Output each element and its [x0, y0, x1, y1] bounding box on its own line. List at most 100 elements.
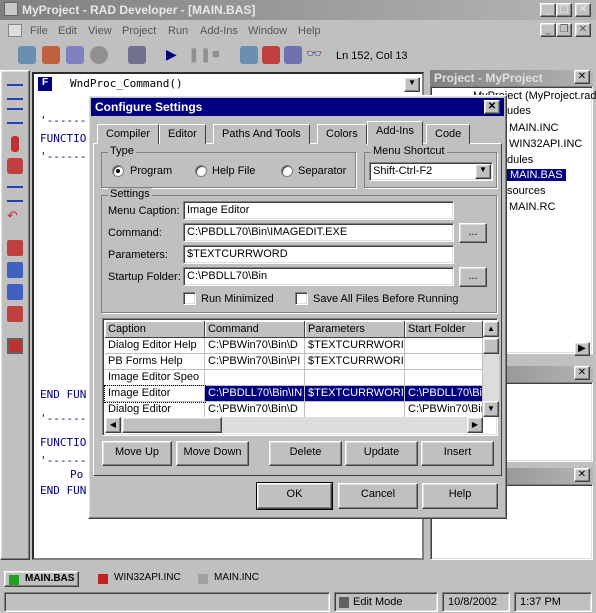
- menu-caption-input[interactable]: Image Editor: [183, 201, 454, 220]
- ok-button[interactable]: OK: [256, 482, 333, 510]
- tree-item[interactable]: WIN32API.INC: [509, 138, 582, 150]
- radio-program[interactable]: [112, 165, 124, 177]
- radio-help-file[interactable]: [195, 165, 207, 177]
- radio-help-file-label: Help File: [212, 165, 256, 177]
- vertical-scrollbar[interactable]: ▲ ▼: [483, 321, 499, 417]
- panel2-close-button[interactable]: ✕: [574, 366, 590, 380]
- scroll-thumb[interactable]: [122, 417, 222, 433]
- column-header-command[interactable]: Command: [205, 321, 305, 338]
- dialog-close-button[interactable]: ✕: [484, 100, 500, 114]
- run-icon[interactable]: ▶: [166, 46, 184, 64]
- column-header-caption[interactable]: Caption: [105, 321, 205, 338]
- child-close-button[interactable]: ✕: [575, 23, 591, 37]
- find-icon[interactable]: [284, 46, 302, 64]
- move-down-button[interactable]: Move Down: [176, 441, 249, 466]
- menu-run[interactable]: Run: [168, 25, 188, 37]
- bookmark-next-icon[interactable]: [7, 262, 23, 278]
- column-header-start-folder[interactable]: Start Folder: [405, 321, 483, 338]
- panel3-close-button[interactable]: ✕: [574, 468, 590, 482]
- bookmark-clear-icon[interactable]: [7, 306, 23, 322]
- menu-help[interactable]: Help: [298, 25, 321, 37]
- child-restore-button[interactable]: ❐: [556, 23, 572, 37]
- tab-paths-and-tools[interactable]: Paths And Tools: [213, 124, 310, 144]
- file-tab-main-bas[interactable]: MAIN.BAS: [4, 571, 80, 587]
- chevron-down-icon[interactable]: ▼: [404, 77, 420, 92]
- menu-window[interactable]: Window: [248, 25, 287, 37]
- save-all-checkbox[interactable]: [295, 292, 308, 305]
- indent-icon[interactable]: [7, 84, 23, 100]
- project-close-button[interactable]: ✕: [574, 70, 590, 84]
- compile-icon[interactable]: [18, 46, 36, 64]
- radio-separator[interactable]: [281, 165, 293, 177]
- child-minimize-button[interactable]: _: [540, 23, 556, 37]
- move-up-button[interactable]: Move Up: [102, 441, 172, 466]
- parameters-label: Parameters:: [108, 249, 168, 261]
- comment-icon[interactable]: [11, 136, 19, 152]
- tab-editor[interactable]: Editor: [159, 124, 206, 144]
- tree-item[interactable]: MAIN.RC: [509, 201, 555, 213]
- help-button[interactable]: Help: [422, 483, 498, 509]
- bookmark-prev-icon[interactable]: [7, 284, 23, 300]
- tab-colors[interactable]: Colors: [317, 124, 367, 144]
- menu-view[interactable]: View: [88, 25, 112, 37]
- tab-add-ins[interactable]: Add-Ins: [367, 121, 423, 145]
- insert-button[interactable]: Insert: [421, 441, 494, 466]
- function-dropdown[interactable]: WndProc_Command(): [58, 75, 418, 94]
- maximize-button[interactable]: □: [556, 3, 572, 17]
- tree-item[interactable]: udes: [507, 105, 531, 117]
- tree-item[interactable]: sources: [507, 185, 546, 197]
- scroll-down-icon[interactable]: ▼: [483, 401, 499, 417]
- menu-edit[interactable]: Edit: [58, 25, 77, 37]
- horizontal-scrollbar[interactable]: ◀ ▶: [105, 417, 483, 433]
- table-row[interactable]: Dialog Editor C:\PBWin70\Bin\D C:\PBWin7…: [105, 402, 483, 418]
- edit-icon[interactable]: [262, 46, 280, 64]
- outdent-icon[interactable]: [7, 108, 23, 124]
- scroll-up-icon[interactable]: ▲: [483, 321, 499, 337]
- file-tab-win32api[interactable]: WIN32API.INC: [94, 571, 185, 587]
- tree-scroll-right[interactable]: ▶: [574, 342, 590, 356]
- scroll-left-icon[interactable]: ◀: [105, 417, 121, 433]
- menu-addins[interactable]: Add-Ins: [200, 25, 238, 37]
- startup-folder-input[interactable]: C:\PBDLL70\Bin: [183, 267, 454, 286]
- table-row[interactable]: PB Forms Help C:\PBWin70\Bin\PI $TEXTCUR…: [105, 354, 483, 370]
- table-row-selected[interactable]: Image Editor C:\PBDLL70\Bin\IN $TEXTCURR…: [104, 385, 483, 403]
- command-browse-button[interactable]: ...: [459, 223, 487, 243]
- tab-compiler[interactable]: Compiler: [97, 124, 160, 144]
- bookmark-icon[interactable]: [7, 240, 23, 256]
- close-button[interactable]: ✕: [575, 3, 591, 17]
- chevron-down-icon[interactable]: ▼: [475, 164, 491, 179]
- menu-file[interactable]: File: [30, 25, 48, 37]
- uncomment-icon[interactable]: [7, 158, 23, 174]
- pause-icon[interactable]: ❚❚: [188, 46, 211, 64]
- debug-icon[interactable]: [90, 46, 108, 64]
- command-input[interactable]: C:\PBDLL70\Bin\IMAGEDIT.EXE: [183, 223, 454, 242]
- update-button[interactable]: Update: [345, 441, 418, 466]
- table-row[interactable]: Dialog Editor Help C:\PBWin70\Bin\D $TEX…: [105, 338, 483, 354]
- build-icon[interactable]: [42, 46, 60, 64]
- startup-browse-button[interactable]: ...: [459, 267, 487, 287]
- undo-icon[interactable]: ↶: [7, 208, 23, 224]
- column-header-parameters[interactable]: Parameters: [305, 321, 405, 338]
- tree-item[interactable]: MAIN.INC: [509, 122, 559, 134]
- parameters-input[interactable]: $TEXTCURRWORD: [183, 245, 454, 264]
- tab-code[interactable]: Code: [426, 124, 471, 144]
- project-icon[interactable]: [240, 46, 258, 64]
- watch-icon[interactable]: 👓: [306, 46, 324, 64]
- run-minimized-checkbox[interactable]: [183, 292, 196, 305]
- delete-button[interactable]: Delete: [269, 441, 342, 466]
- tree-item-selected[interactable]: MAIN.BAS: [507, 169, 566, 181]
- tree-item[interactable]: dules: [507, 154, 533, 166]
- addins-table[interactable]: Caption Command Parameters Start Folder …: [102, 318, 499, 436]
- options-icon[interactable]: [66, 46, 84, 64]
- scroll-right-icon[interactable]: ▶: [467, 417, 483, 433]
- list-icon[interactable]: [7, 186, 23, 202]
- minimize-button[interactable]: _: [540, 3, 556, 17]
- file-tab-main-inc[interactable]: MAIN.INC: [194, 571, 263, 587]
- run-settings-icon[interactable]: [128, 46, 146, 64]
- menu-project[interactable]: Project: [122, 25, 156, 37]
- exit-icon[interactable]: [7, 338, 23, 354]
- stop-icon[interactable]: ■: [212, 46, 230, 64]
- table-row[interactable]: Image Editor Speo: [105, 370, 483, 386]
- cancel-button[interactable]: Cancel: [338, 483, 418, 509]
- scroll-thumb[interactable]: [483, 338, 499, 354]
